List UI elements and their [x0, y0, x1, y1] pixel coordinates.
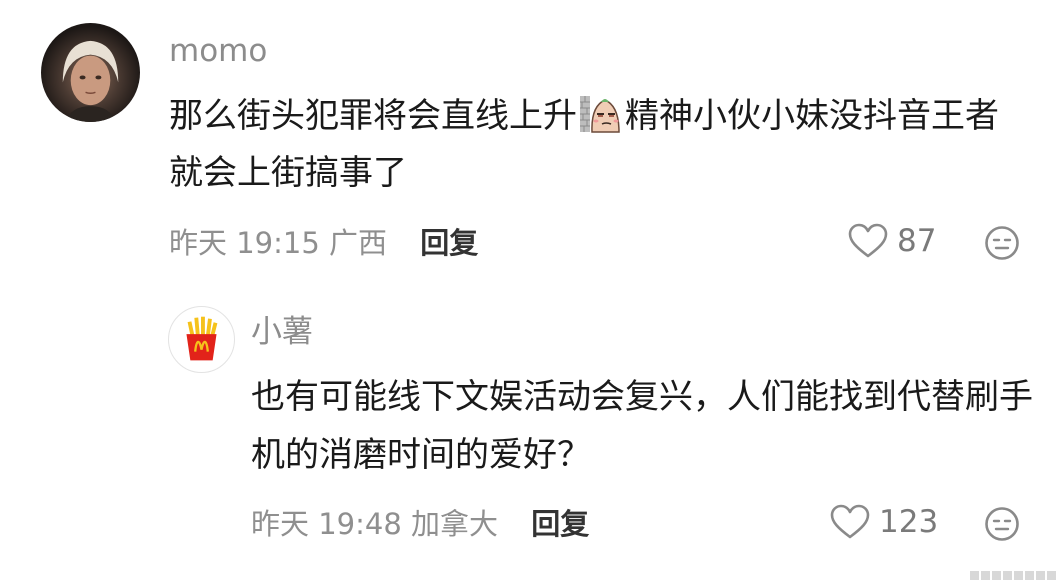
meh-face-icon [985, 226, 1019, 260]
avatar[interactable] [41, 23, 140, 122]
location: 广西 [329, 226, 388, 260]
meh-face-icon [985, 507, 1019, 541]
reply-reply-button[interactable]: 回复 [531, 507, 589, 541]
reply-location: 加拿大 [411, 507, 499, 541]
smirk-emoji-icon [579, 94, 623, 134]
reply-text: 也有可能线下文娱活动会复兴，人们能找到代替刷手机的消磨时间的爱好？ [251, 377, 1033, 475]
username[interactable]: momo [169, 30, 267, 72]
reply-meta: 昨天 19:48 加拿大 回复 [251, 504, 589, 544]
dislike-button[interactable] [984, 225, 1020, 261]
reply-like-button[interactable]: 123 [830, 504, 938, 540]
reply-avatar[interactable] [168, 306, 235, 373]
reply-like-count: 123 [879, 504, 939, 540]
comment-thread: momo 那么街头犯罪将会直线上升 精神小伙小妹没抖音王者就会上街搞事了 昨天 … [0, 0, 1062, 584]
like-count: 87 [897, 223, 937, 259]
comment-meta: 昨天 19:15 广西 回复 [169, 223, 478, 263]
timestamp: 昨天 19:15 [169, 226, 320, 260]
user-portrait-icon [62, 40, 119, 122]
reply-username[interactable]: 小薯 [251, 311, 313, 353]
watermark-dots [970, 571, 1056, 580]
heart-outline-icon [830, 504, 870, 539]
reply-dislike-button[interactable] [984, 506, 1020, 542]
comment-text-part1: 那么街头犯罪将会直线上升 [169, 96, 577, 136]
comment-text: 那么街头犯罪将会直线上升 精神小伙小妹没抖音王者就会上街搞事了 [169, 88, 1029, 202]
mcdonalds-fries-icon [186, 316, 218, 361]
reply-button[interactable]: 回复 [420, 226, 478, 260]
reply-timestamp: 昨天 19:48 [251, 507, 402, 541]
heart-outline-icon [848, 223, 888, 258]
like-button[interactable]: 87 [848, 223, 936, 259]
